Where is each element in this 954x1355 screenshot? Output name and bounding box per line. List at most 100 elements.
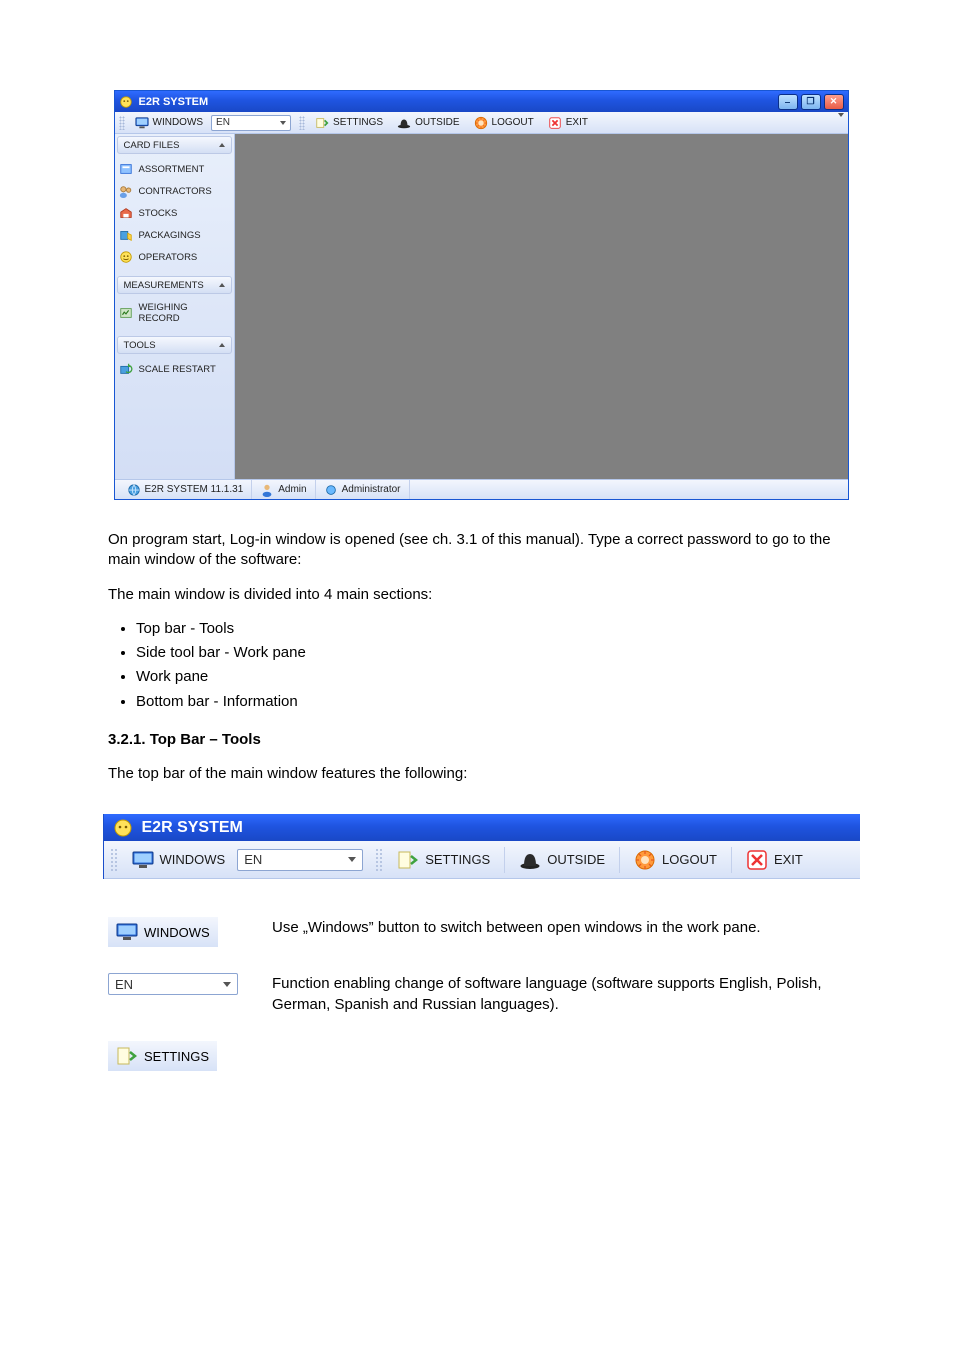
item-label: CONTRACTORS xyxy=(139,186,212,197)
settings-label: SETTINGS xyxy=(425,852,490,867)
windows-desc: Use „Windows” button to switch between o… xyxy=(272,917,854,938)
exit-button[interactable]: EXIT xyxy=(738,847,811,873)
logout-icon xyxy=(474,116,488,130)
status-user: Admin xyxy=(252,480,315,499)
maximize-button[interactable]: ❐ xyxy=(801,94,821,110)
outside-label: OUTSIDE xyxy=(547,852,605,867)
sidebar-item-stocks[interactable]: STOCKS xyxy=(117,202,232,224)
window-controls: ‒ ❐ ✕ xyxy=(778,94,844,110)
monitor-icon xyxy=(116,921,138,943)
desc-row-settings: SETTINGS xyxy=(108,1041,854,1071)
doc-intro: On program start, Log-in window is opene… xyxy=(108,530,854,571)
toolbar-zoom: E2R SYSTEM WINDOWS EN SETTINGS xyxy=(103,814,860,879)
exit-icon xyxy=(746,849,768,871)
exit-button[interactable]: EXIT xyxy=(542,115,594,131)
settings-label: SETTINGS xyxy=(333,117,383,128)
packagings-icon xyxy=(119,228,133,242)
outside-label: OUTSIDE xyxy=(415,117,459,128)
sidebar-group-tools[interactable]: TOOLS xyxy=(117,336,232,354)
minimize-button[interactable]: ‒ xyxy=(778,94,798,110)
overflow-icon[interactable] xyxy=(838,113,844,129)
sidebar: CARD FILES ASSORTMENT CONTRACTORS STOCKS xyxy=(115,134,235,479)
logout-button[interactable]: LOGOUT xyxy=(626,847,725,873)
windows-button[interactable]: WINDOWS xyxy=(124,847,234,873)
monitor-icon xyxy=(135,116,149,130)
hat-icon xyxy=(397,116,411,130)
toolbar-gripper-2 xyxy=(299,116,305,130)
toolbar-gripper-2 xyxy=(375,848,383,872)
titlebar: E2R SYSTEM ‒ ❐ ✕ xyxy=(115,91,848,112)
settings-iconbox: SETTINGS xyxy=(108,1041,217,1071)
language-select[interactable]: EN xyxy=(211,115,291,131)
sidebar-group-measurements[interactable]: MEASUREMENTS xyxy=(117,276,232,294)
item-label: OPERATORS xyxy=(139,252,198,263)
windows-button[interactable]: WINDOWS xyxy=(129,115,210,131)
lang-box-value: EN xyxy=(115,977,133,992)
exit-icon xyxy=(548,116,562,130)
list-item: Bottom bar - Information xyxy=(136,692,854,712)
logout-label: LOGOUT xyxy=(492,117,534,128)
app-window-screenshot: E2R SYSTEM ‒ ❐ ✕ WINDOWS EN xyxy=(114,90,849,500)
windows-box-label: WINDOWS xyxy=(144,925,210,940)
list-item: Top bar - Tools xyxy=(136,619,854,639)
version-text: E2R SYSTEM 11.1.31 xyxy=(145,484,244,495)
sidebar-item-contractors[interactable]: CONTRACTORS xyxy=(117,180,232,202)
group-label: MEASUREMENTS xyxy=(124,280,204,291)
outside-button[interactable]: OUTSIDE xyxy=(511,847,613,873)
windows-label: WINDOWS xyxy=(160,852,226,867)
settings-box-label: SETTINGS xyxy=(144,1049,209,1064)
sidebar-item-scale-restart[interactable]: SCALE RESTART xyxy=(117,358,232,380)
logout-icon xyxy=(634,849,656,871)
close-button[interactable]: ✕ xyxy=(824,94,844,110)
doc-parts-list: Top bar - Tools Side tool bar - Work pan… xyxy=(136,619,854,712)
separator xyxy=(619,847,620,873)
language-desc: Function enabling change of software lan… xyxy=(272,973,854,1015)
logout-button[interactable]: LOGOUT xyxy=(468,115,540,131)
globe-small-icon xyxy=(324,483,338,497)
toolbar-gripper xyxy=(110,848,118,872)
separator xyxy=(731,847,732,873)
zoom-toolbar: WINDOWS EN SETTINGS OUTSIDE xyxy=(104,841,860,879)
weighing-icon xyxy=(119,306,133,320)
desc-row-windows: WINDOWS Use „Windows” button to switch b… xyxy=(108,917,854,947)
outside-button[interactable]: OUTSIDE xyxy=(391,115,465,131)
sidebar-item-operators[interactable]: OPERATORS xyxy=(117,246,232,268)
settings-button[interactable]: SETTINGS xyxy=(309,115,389,131)
item-label: SCALE RESTART xyxy=(139,364,216,375)
chevron-up-icon xyxy=(219,343,225,347)
windows-iconbox: WINDOWS xyxy=(108,917,218,947)
app-icon xyxy=(112,817,134,839)
settings-icon xyxy=(315,116,329,130)
doc-mainparts: The main window is divided into 4 main s… xyxy=(108,585,854,605)
status-role: Administrator xyxy=(316,480,410,499)
restart-icon xyxy=(119,362,133,376)
language-iconbox: EN xyxy=(108,973,238,995)
separator xyxy=(504,847,505,873)
group-label: CARD FILES xyxy=(124,140,180,151)
item-label: ASSORTMENT xyxy=(139,164,205,175)
settings-icon xyxy=(116,1045,138,1067)
language-select[interactable]: EN xyxy=(237,849,363,871)
chevron-up-icon xyxy=(219,283,225,287)
app-icon xyxy=(119,95,133,109)
item-label: PACKAGINGS xyxy=(139,230,201,241)
user-icon xyxy=(260,483,274,497)
language-value: EN xyxy=(216,117,230,128)
user-text: Admin xyxy=(278,484,306,495)
chevron-down-icon xyxy=(280,121,286,125)
desc-row-language: EN Function enabling change of software … xyxy=(108,973,854,1015)
toolbar-gripper xyxy=(119,116,125,130)
contractors-icon xyxy=(119,184,133,198)
globe-icon xyxy=(127,483,141,497)
list-item: Side tool bar - Work pane xyxy=(136,643,854,663)
settings-button[interactable]: SETTINGS xyxy=(389,847,498,873)
sidebar-item-weighing-record[interactable]: WEIGHING RECORD xyxy=(117,298,232,328)
sidebar-item-assortment[interactable]: ASSORTMENT xyxy=(117,158,232,180)
section-text: The top bar of the main window features … xyxy=(108,764,854,784)
sidebar-group-cardfiles[interactable]: CARD FILES xyxy=(117,136,232,154)
zoom-titlebar: E2R SYSTEM xyxy=(104,814,860,841)
stocks-icon xyxy=(119,206,133,220)
status-version: E2R SYSTEM 11.1.31 xyxy=(119,480,253,499)
sidebar-item-packagings[interactable]: PACKAGINGS xyxy=(117,224,232,246)
group-label: TOOLS xyxy=(124,340,156,351)
